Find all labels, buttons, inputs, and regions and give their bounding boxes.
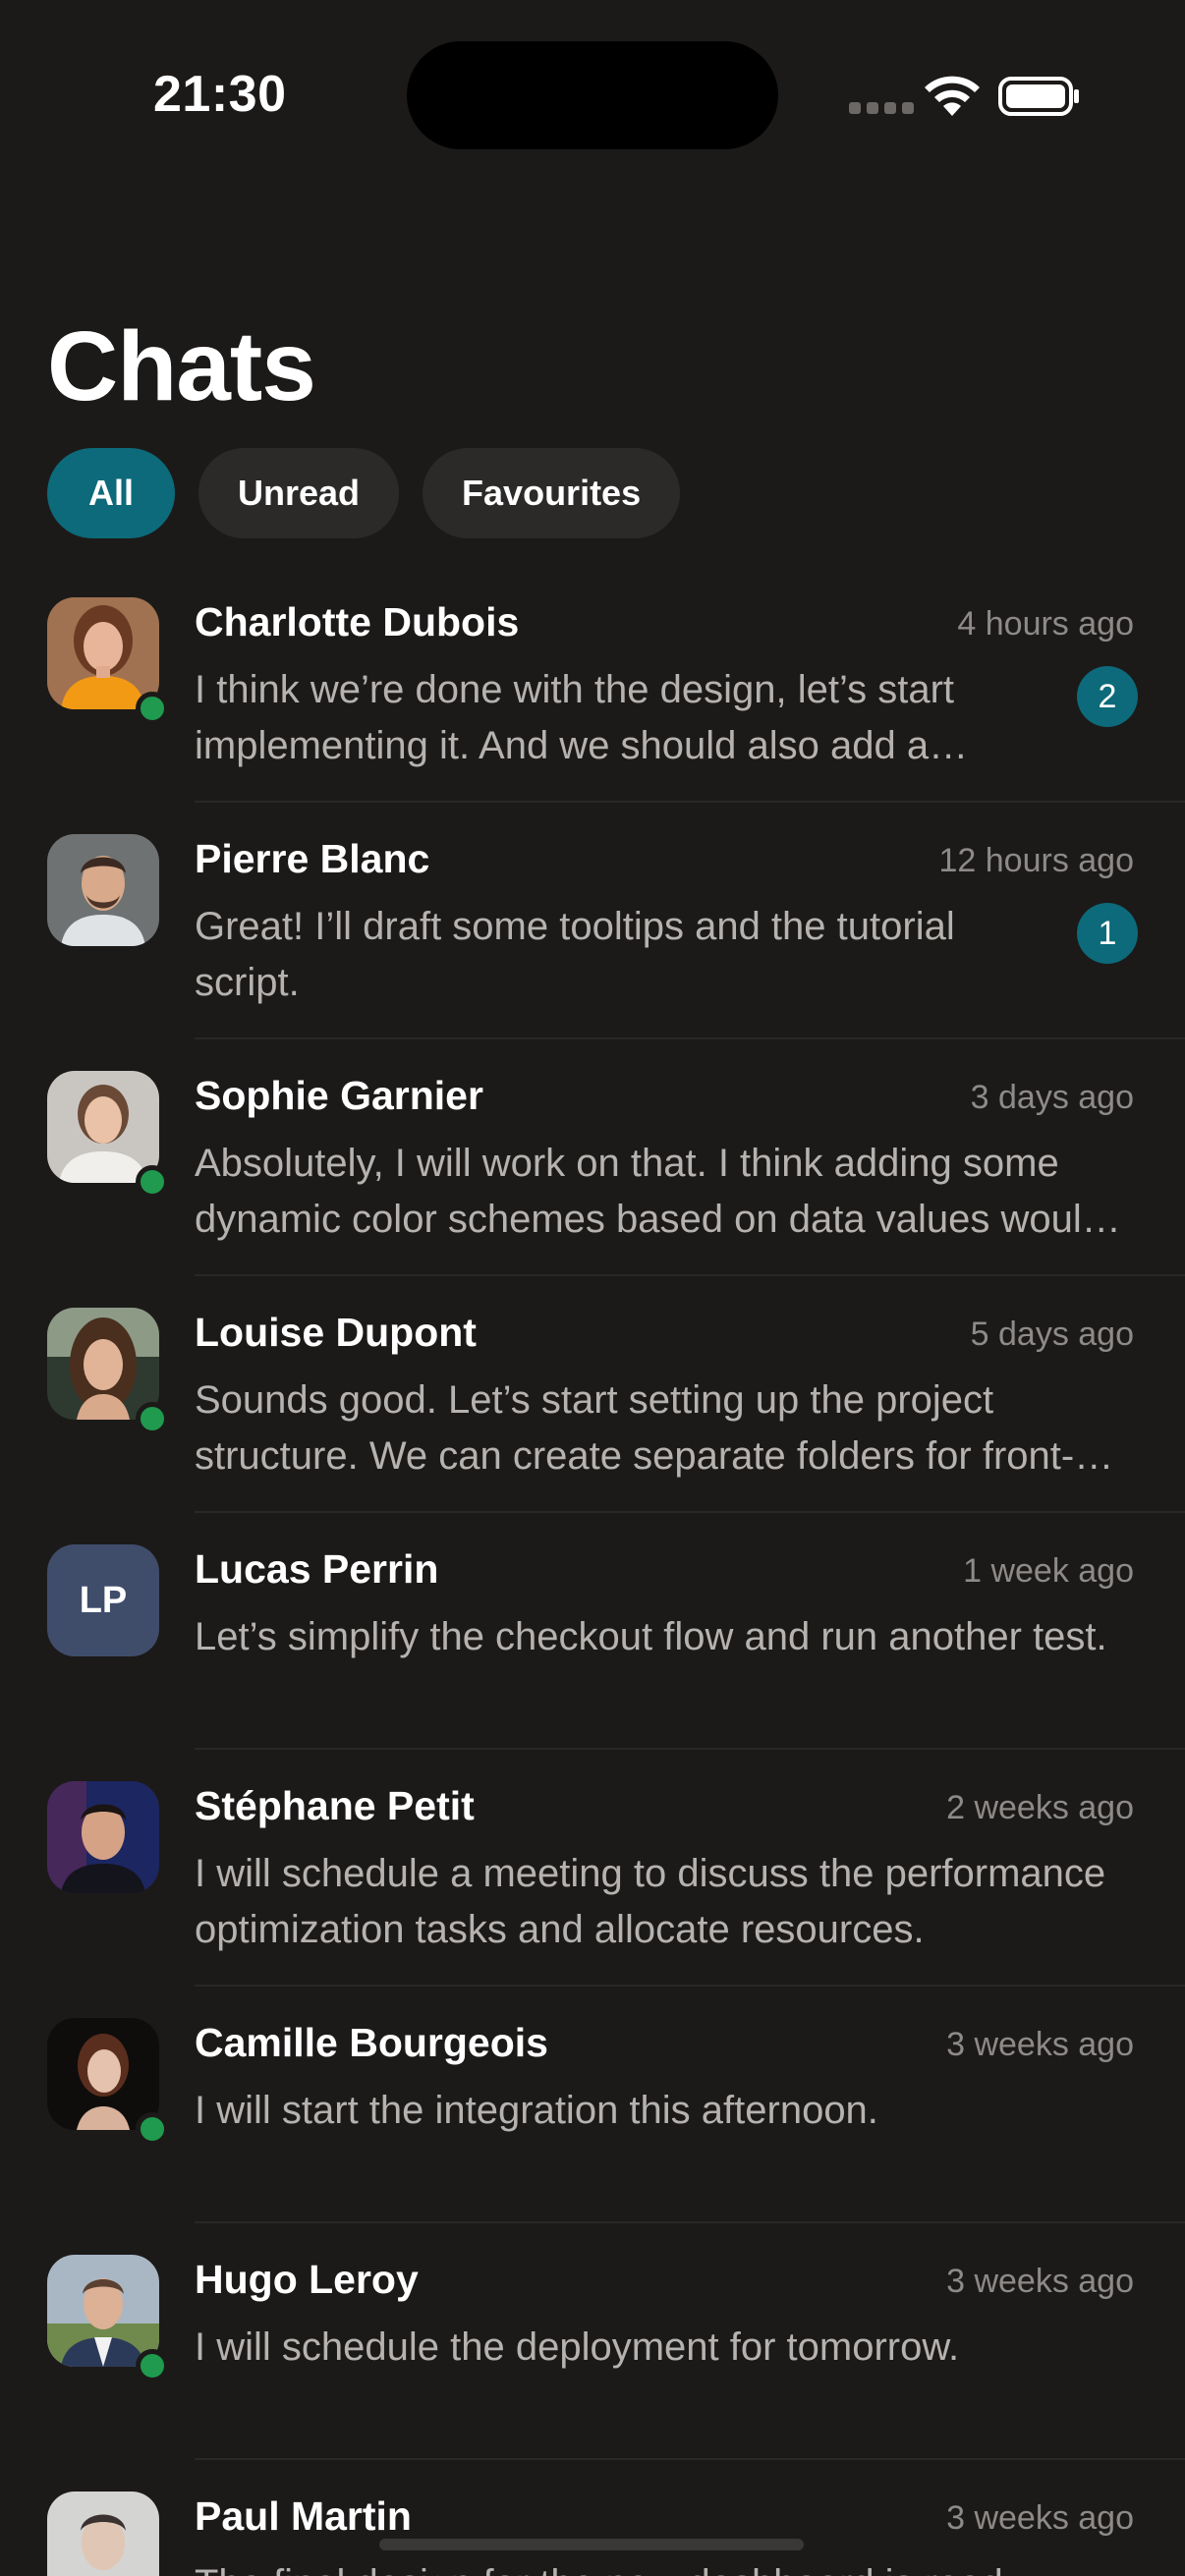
chat-preview: I will schedule a meeting to discuss the…: [195, 1852, 1106, 1951]
unread-badge: 1: [1077, 903, 1138, 964]
online-indicator: [136, 2112, 169, 2146]
chat-name: Pierre Blanc: [195, 836, 430, 881]
chat-timestamp: 3 weeks ago: [946, 2026, 1134, 2063]
chat-row-camille-bourgeois[interactable]: Camille Bourgeois 3 weeks ago I will sta…: [0, 1987, 1185, 2223]
chat-row-sophie-garnier[interactable]: Sophie Garnier 3 days ago Absolutely, I …: [0, 1039, 1185, 1276]
online-indicator: [136, 1165, 169, 1199]
avatar: [47, 2255, 159, 2367]
chat-preview: Let’s simplify the checkout flow and run…: [195, 1615, 1107, 1658]
chat-preview: Great! I’ll draft some tooltips and the …: [195, 905, 955, 1004]
avatar: [47, 1071, 159, 1183]
status-time: 21:30: [153, 66, 287, 123]
chat-timestamp: 5 days ago: [970, 1316, 1134, 1353]
online-indicator: [136, 1402, 169, 1435]
status-bar: 21:30: [0, 0, 1185, 187]
avatar: [47, 1781, 159, 1893]
filter-unread-chip[interactable]: Unread: [198, 448, 400, 538]
chat-preview: I think we’re done with the design, let’…: [195, 668, 955, 767]
online-indicator: [136, 692, 169, 725]
filter-chips: All Unread Favourites: [47, 448, 681, 538]
chat-timestamp: 3 weeks ago: [946, 2263, 1134, 2300]
chat-row-paul-martin[interactable]: Paul Martin 3 weeks ago The final design…: [0, 2460, 1185, 2576]
chat-timestamp: 3 days ago: [970, 1079, 1134, 1116]
avatar: [47, 597, 159, 709]
wifi-icon: [925, 76, 980, 116]
chat-name: Charlotte Dubois: [195, 599, 520, 644]
dynamic-island: [407, 41, 778, 149]
chat-name: Lucas Perrin: [195, 1546, 439, 1592]
chat-preview: The final design for the new dashboard i…: [195, 2556, 1138, 2576]
chat-preview: Absolutely, I will work on that. I think…: [195, 1142, 1103, 1241]
chat-preview: Sounds good. Let’s start setting up the …: [195, 1378, 1075, 1478]
battery-icon: [998, 77, 1079, 116]
home-indicator[interactable]: [379, 2539, 804, 2550]
unread-badge: 2: [1077, 666, 1138, 727]
chat-preview: I will start the integration this aftern…: [195, 2089, 878, 2132]
chat-row-louise-dupont[interactable]: Louise Dupont 5 days ago Sounds good. Le…: [0, 1276, 1185, 1513]
filter-all-chip[interactable]: All: [47, 448, 176, 538]
filter-favourites-chip[interactable]: Favourites: [423, 448, 681, 538]
chat-timestamp: 2 weeks ago: [946, 1789, 1134, 1826]
chat-row-pierre-blanc[interactable]: Pierre Blanc 12 hours ago Great! I’ll dr…: [0, 803, 1185, 1039]
chat-name: Stéphane Petit: [195, 1783, 475, 1828]
avatar: [47, 2018, 159, 2130]
online-indicator: [136, 2349, 169, 2382]
chat-name: Hugo Leroy: [195, 2257, 419, 2302]
chat-row-lucas-perrin[interactable]: LP Lucas Perrin 1 week ago Let’s simplif…: [0, 1513, 1185, 1750]
chat-timestamp: 4 hours ago: [957, 605, 1134, 643]
avatar: [47, 1308, 159, 1420]
chat-name: Sophie Garnier: [195, 1073, 483, 1118]
chat-row-hugo-leroy[interactable]: Hugo Leroy 3 weeks ago I will schedule t…: [0, 2223, 1185, 2460]
avatar: [47, 834, 159, 946]
avatar: [47, 2492, 159, 2576]
chat-name: Camille Bourgeois: [195, 2020, 548, 2065]
chat-row-stephane-petit[interactable]: Stéphane Petit 2 weeks ago I will schedu…: [0, 1750, 1185, 1987]
chat-timestamp: 12 hours ago: [938, 842, 1135, 879]
chat-name: Paul Martin: [195, 2493, 412, 2539]
cellular-signal-icon: [849, 102, 914, 114]
chat-list: Charlotte Dubois 4 hours ago I think we’…: [0, 566, 1185, 2576]
chat-timestamp: 1 week ago: [963, 1552, 1134, 1590]
chat-timestamp: 3 weeks ago: [946, 2499, 1134, 2537]
chat-preview: I will schedule the deployment for tomor…: [195, 2325, 960, 2369]
avatar-initials: LP: [47, 1544, 159, 1656]
chat-name: Louise Dupont: [195, 1310, 477, 1355]
chat-row-charlotte-dubois[interactable]: Charlotte Dubois 4 hours ago I think we’…: [0, 566, 1185, 803]
page-title: Chats: [47, 311, 316, 421]
chats-screen: 21:30 Chats All Unread Favourites Charlo…: [0, 0, 1185, 2576]
